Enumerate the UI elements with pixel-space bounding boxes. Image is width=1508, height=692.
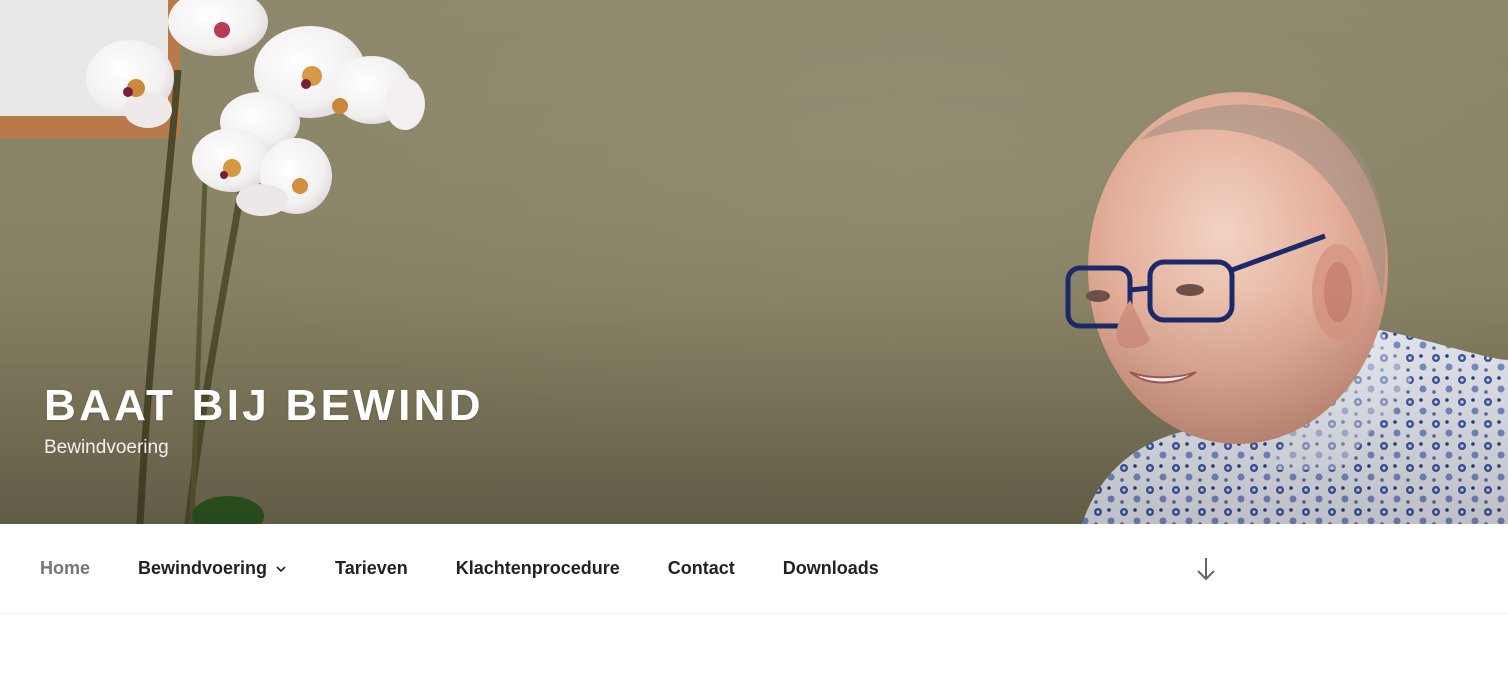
chevron-down-icon[interactable]	[275, 563, 287, 575]
site-title[interactable]: BAAT BIJ BEWIND	[44, 380, 484, 432]
site-header: BAAT BIJ BEWIND Bewindvoering	[0, 0, 1508, 524]
nav-item-home[interactable]: Home	[18, 558, 112, 579]
nav-item-tarieven[interactable]: Tarieven	[313, 558, 430, 579]
nav-item-label: Klachtenprocedure	[455, 558, 620, 578]
nav-item-label: Tarieven	[335, 558, 408, 578]
nav-item-label: Bewindvoering	[138, 558, 268, 578]
nav-item-label: Home	[40, 558, 91, 578]
page: BAAT BIJ BEWIND Bewindvoering Home Bewin…	[0, 0, 1508, 692]
nav-item-contact[interactable]: Contact	[646, 558, 757, 579]
nav-item-label: Downloads	[782, 558, 879, 578]
site-description: Bewindvoering	[44, 437, 169, 458]
site-branding: BAAT BIJ BEWIND Bewindvoering	[44, 380, 484, 460]
nav-item-klachtenprocedure[interactable]: Klachtenprocedure	[434, 558, 642, 579]
site-content	[0, 614, 1508, 692]
nav-item-downloads[interactable]: Downloads	[761, 558, 901, 579]
scroll-down-button[interactable]	[1192, 554, 1220, 584]
menu: Home Bewindvoering Tarieven Klachtenproc…	[18, 524, 901, 613]
main-navigation: Home Bewindvoering Tarieven Klachtenproc…	[0, 524, 1508, 614]
nav-item-label: Contact	[667, 558, 735, 578]
arrow-down-icon	[1197, 558, 1215, 581]
nav-item-bewindvoering[interactable]: Bewindvoering	[116, 558, 309, 579]
